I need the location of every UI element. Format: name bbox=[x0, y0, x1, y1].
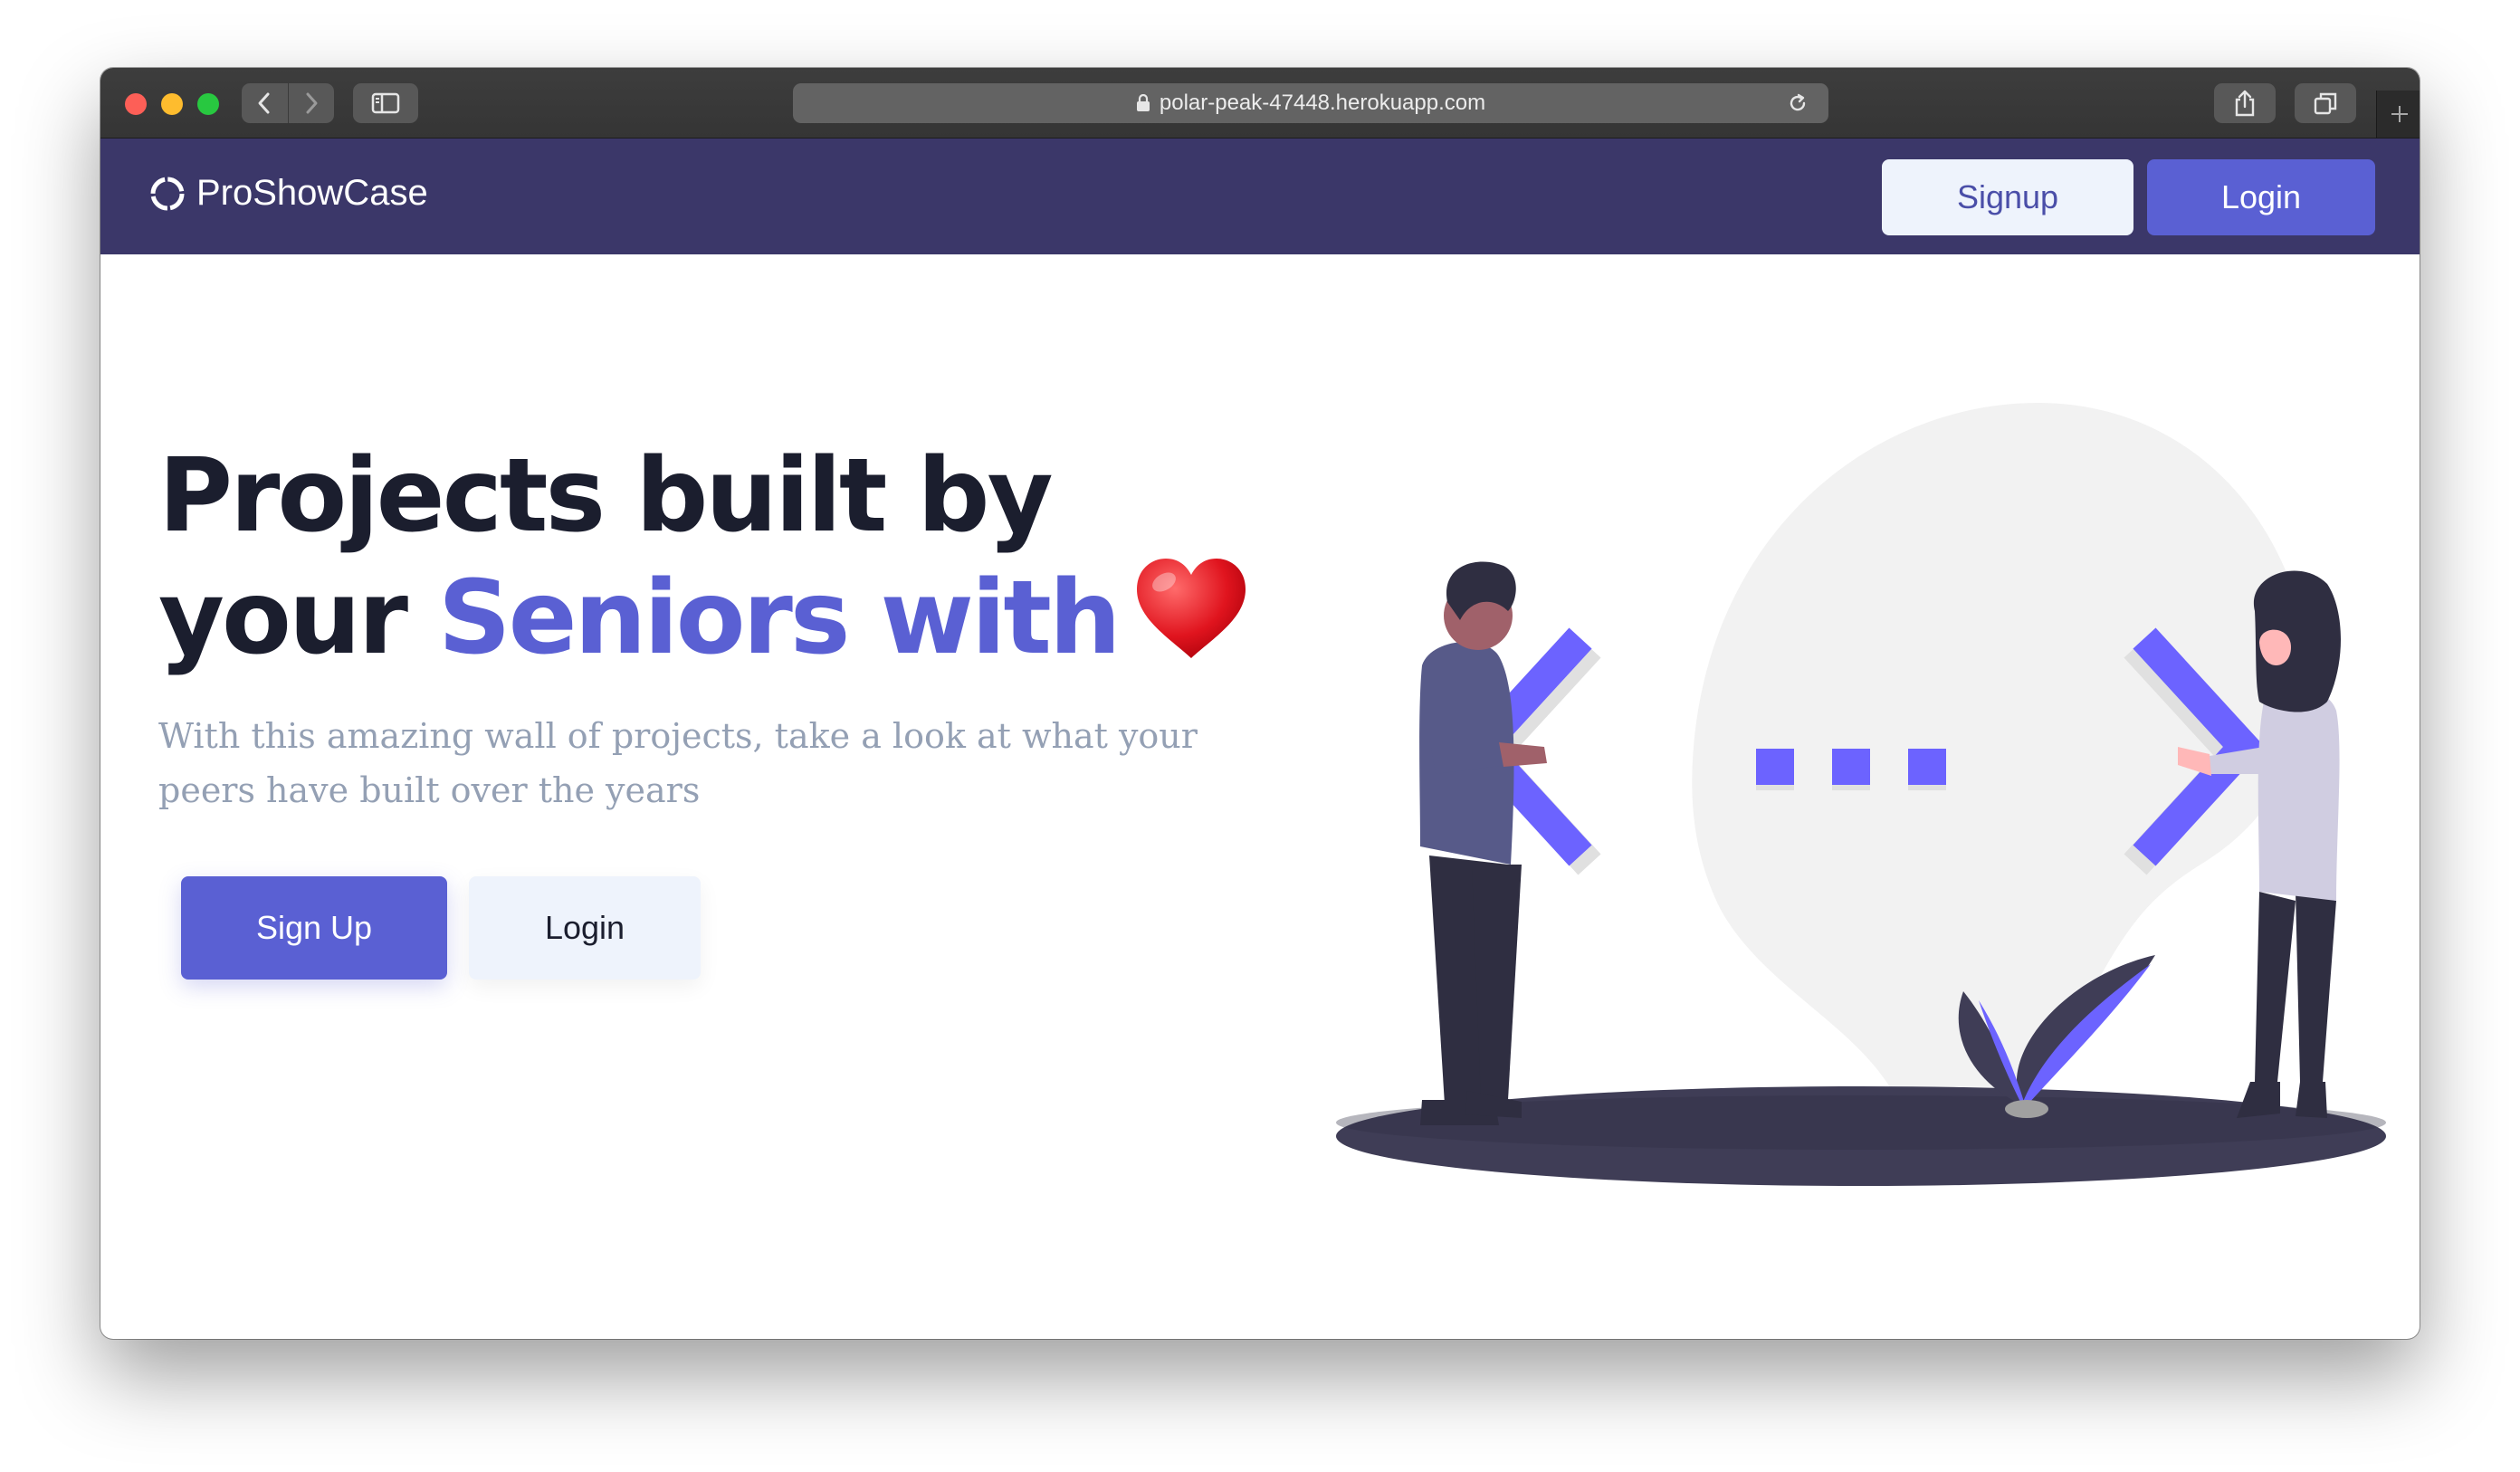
hero-signup-button[interactable]: Sign Up bbox=[181, 876, 447, 980]
plus-icon bbox=[2391, 106, 2408, 122]
hero-title-line1: Projects built by bbox=[158, 437, 1054, 555]
hero-illustration bbox=[1336, 403, 2386, 1186]
sidebar-icon bbox=[371, 92, 400, 114]
navbar-signup-button[interactable]: Signup bbox=[1882, 159, 2133, 235]
zoom-window-button[interactable] bbox=[197, 93, 219, 115]
forward-button[interactable] bbox=[287, 83, 335, 123]
browser-titlebar: polar-peak-47448.herokuapp.com bbox=[100, 68, 2420, 139]
man-figure bbox=[1419, 561, 1547, 1125]
plant-pot bbox=[2005, 1100, 2048, 1118]
hero-login-button[interactable]: Login bbox=[469, 876, 701, 980]
tabs-icon bbox=[2314, 92, 2337, 115]
chevron-right-icon bbox=[306, 92, 318, 114]
hero-subtitle: With this amazing wall of projects, take… bbox=[158, 716, 1198, 810]
dot-2 bbox=[1832, 749, 1870, 785]
browser-window: polar-peak-47448.herokuapp.com ProShowCa… bbox=[100, 68, 2420, 1339]
close-window-button[interactable] bbox=[125, 93, 147, 115]
hero-title-accent: Seniors with bbox=[437, 559, 1122, 677]
address-url: polar-peak-47448.herokuapp.com bbox=[1159, 91, 1486, 115]
hero-title: Projects built by your Seniors with bbox=[158, 437, 1335, 677]
navbar-login-button[interactable]: Login bbox=[2147, 159, 2375, 235]
share-icon bbox=[2235, 90, 2255, 117]
heart-icon bbox=[1136, 559, 1246, 658]
reload-icon[interactable] bbox=[1787, 92, 1809, 114]
hero-title-line2-prefix: your bbox=[158, 559, 438, 677]
lock-icon bbox=[1136, 94, 1150, 111]
brand-name: ProShowCase bbox=[196, 173, 428, 213]
new-tab-button[interactable] bbox=[2376, 91, 2420, 138]
history-nav-group bbox=[242, 83, 334, 123]
dot-3 bbox=[1908, 749, 1946, 785]
site-navbar: ProShowCase Signup Login bbox=[100, 139, 2420, 254]
chevron-left-icon bbox=[258, 92, 270, 114]
share-button[interactable] bbox=[2214, 83, 2276, 123]
minimize-window-button[interactable] bbox=[161, 93, 183, 115]
address-bar[interactable]: polar-peak-47448.herokuapp.com bbox=[793, 83, 1828, 123]
dot-1 bbox=[1756, 749, 1794, 785]
logo-icon bbox=[150, 177, 185, 210]
back-button[interactable] bbox=[242, 83, 288, 123]
tab-overview-button[interactable] bbox=[2295, 83, 2356, 123]
brand[interactable]: ProShowCase bbox=[148, 173, 428, 214]
sidebar-toggle-button[interactable] bbox=[353, 83, 418, 123]
